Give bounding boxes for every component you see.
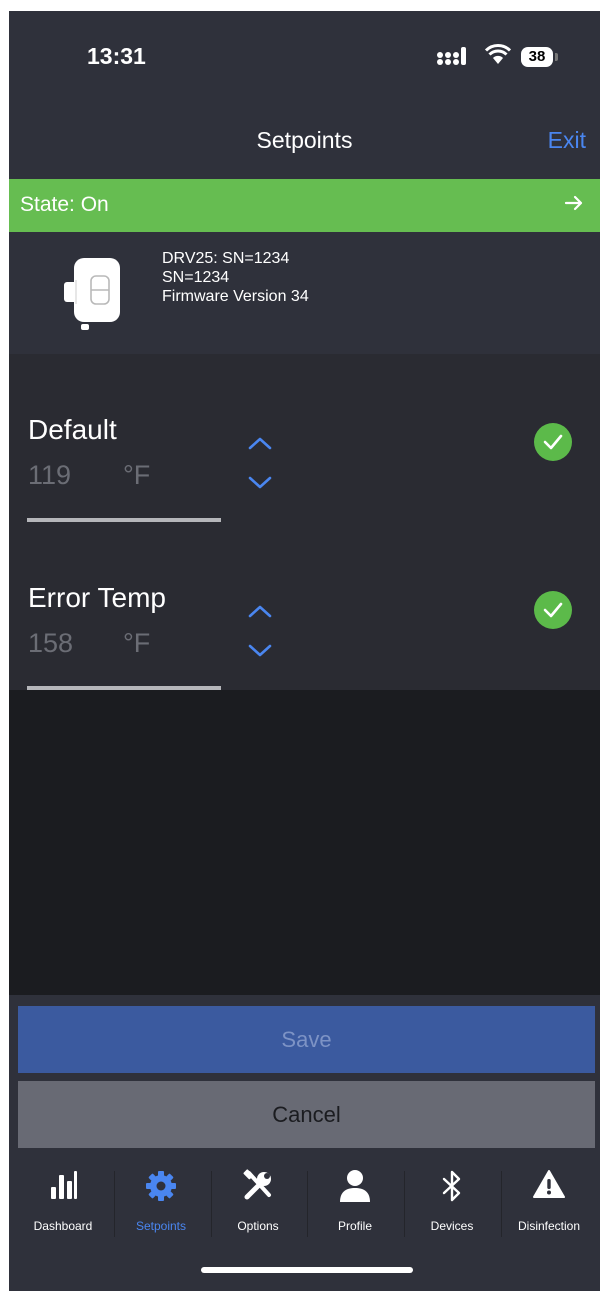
app-screen: 13:31 38 Setpoints Exit State: On DRV25:… <box>9 11 600 1291</box>
setpoint-error-temp: Error Temp 158 °F <box>9 582 600 722</box>
chevron-up-icon[interactable] <box>248 436 272 455</box>
tab-label: Devices <box>430 1219 474 1233</box>
check-circle-icon <box>534 423 572 461</box>
person-icon <box>306 1169 404 1209</box>
nav-header: Setpoints Exit <box>9 99 600 179</box>
tab-disinfection[interactable]: Disinfection <box>500 1155 598 1255</box>
setpoint-label: Default <box>28 414 117 445</box>
exit-button[interactable]: Exit <box>548 127 586 154</box>
battery-tip <box>555 53 558 61</box>
setpoint-underline <box>27 686 221 690</box>
save-button[interactable]: Save <box>18 1006 595 1073</box>
setpoint-unit: °F <box>123 628 151 658</box>
setpoints-list: Default 119 °F Error Temp 158 °F <box>9 354 600 690</box>
setpoint-value-input[interactable]: 119 <box>28 460 71 491</box>
tab-bar: Dashboard Setpoints Options Profile Devi… <box>9 1155 600 1291</box>
wifi-icon <box>484 44 512 71</box>
check-circle-icon <box>534 591 572 629</box>
tab-profile[interactable]: Profile <box>306 1155 404 1255</box>
gear-icon <box>112 1169 210 1209</box>
warning-icon <box>500 1169 598 1209</box>
device-model: DRV25: SN=1234 <box>162 250 290 267</box>
bar-chart-icon <box>14 1169 112 1209</box>
setpoint-value-input[interactable]: 158 <box>28 628 73 659</box>
state-banner[interactable]: State: On <box>9 179 600 232</box>
setpoint-underline <box>27 518 221 522</box>
state-text: State: On <box>20 193 109 216</box>
setpoint-label: Error Temp <box>28 582 166 613</box>
cellular-signal-icon <box>436 45 470 70</box>
chevron-up-icon[interactable] <box>248 604 272 623</box>
action-panel: Save Cancel <box>9 995 600 1155</box>
status-bar: 13:31 38 <box>9 11 600 99</box>
tools-icon <box>209 1169 307 1209</box>
tab-devices[interactable]: Devices <box>403 1155 501 1255</box>
device-info: DRV25: SN=1234 SN=1234 Firmware Version … <box>9 232 600 354</box>
home-indicator[interactable] <box>201 1267 413 1273</box>
cancel-button[interactable]: Cancel <box>18 1081 595 1148</box>
setpoint-default: Default 119 °F <box>9 414 600 554</box>
arrow-right-icon <box>564 193 584 218</box>
chevron-down-icon[interactable] <box>248 476 272 495</box>
device-serial: SN=1234 <box>162 269 230 286</box>
bluetooth-icon <box>403 1169 501 1209</box>
device-details: DRV25: SN=1234 SN=1234 Firmware Version … <box>162 249 309 306</box>
battery-icon: 38 <box>521 47 553 67</box>
tab-label: Options <box>237 1219 279 1233</box>
setpoint-unit: °F <box>123 460 151 490</box>
tab-setpoints[interactable]: Setpoints <box>112 1155 210 1255</box>
tab-options[interactable]: Options <box>209 1155 307 1255</box>
device-firmware: Firmware Version 34 <box>162 288 309 305</box>
tab-label: Profile <box>337 1219 372 1233</box>
device-image <box>62 254 128 335</box>
status-time: 13:31 <box>87 43 146 69</box>
tab-label: Dashboard <box>33 1219 93 1233</box>
page-title: Setpoints <box>256 127 353 153</box>
tab-dashboard[interactable]: Dashboard <box>14 1155 112 1255</box>
chevron-down-icon[interactable] <box>248 644 272 663</box>
tab-label: Disinfection <box>517 1219 581 1233</box>
tab-label: Setpoints <box>135 1219 187 1233</box>
